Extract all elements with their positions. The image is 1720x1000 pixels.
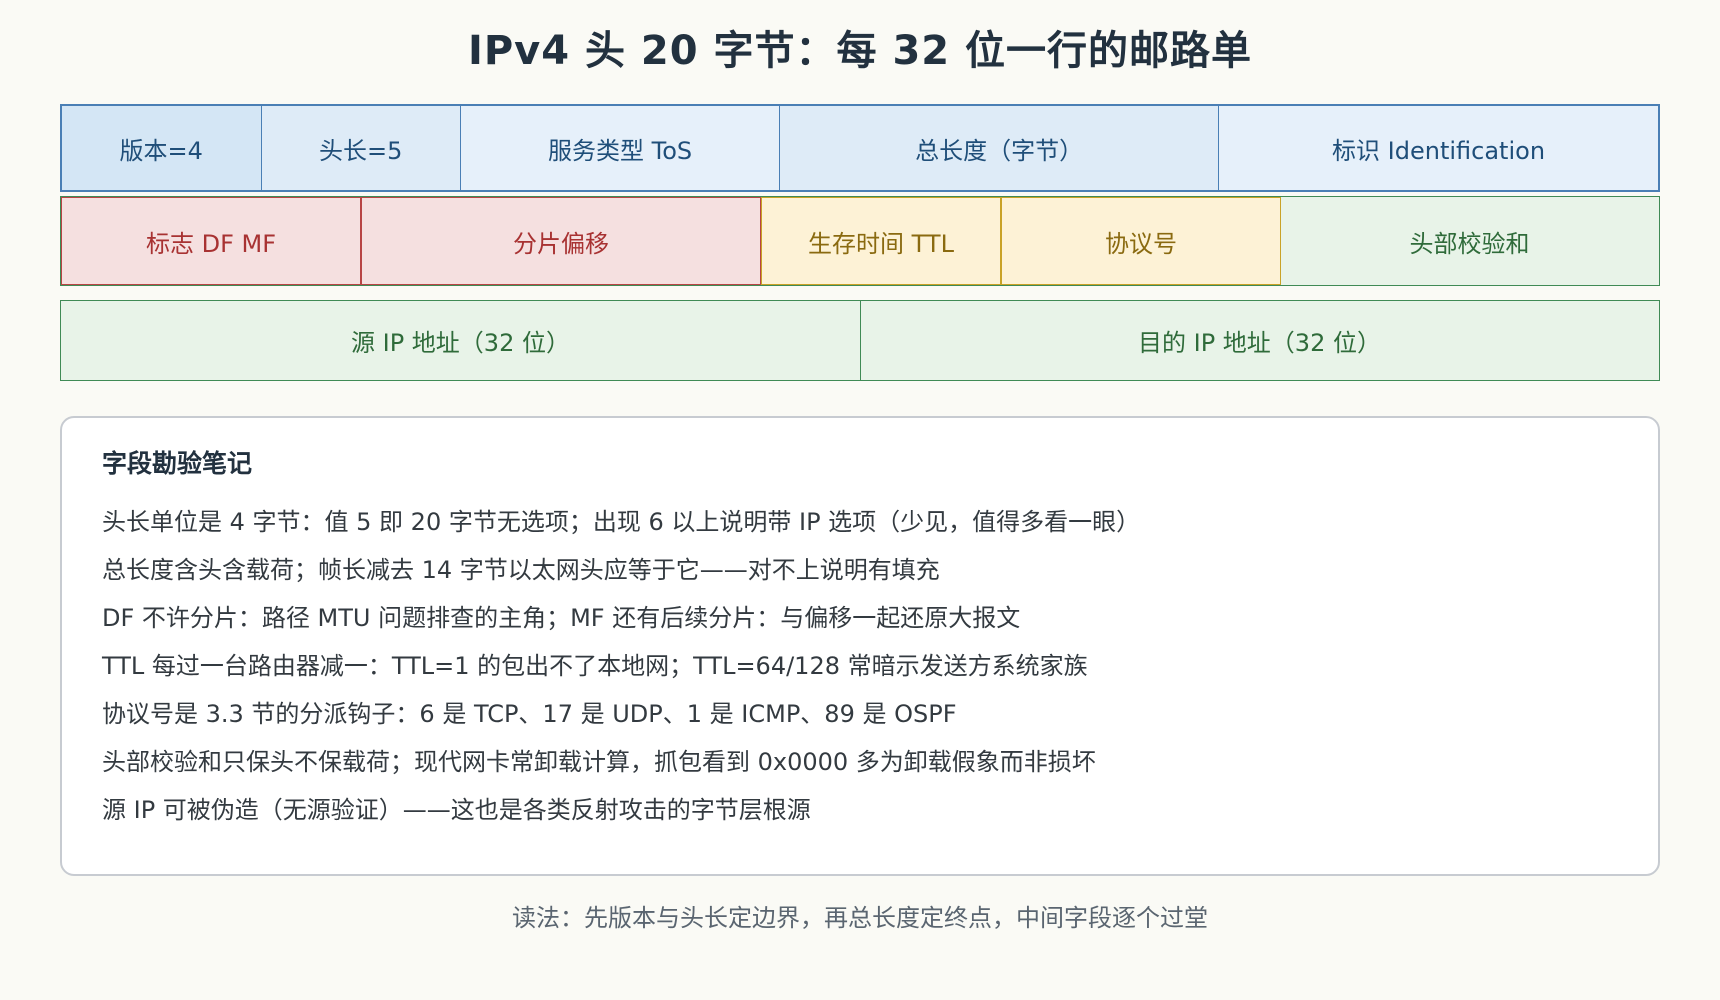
note-line-ttl: TTL 每过一台路由器减一：TTL=1 的包出不了本地网；TTL=64/128 … bbox=[102, 652, 1088, 680]
field-version: 版本=4 bbox=[62, 106, 262, 190]
note-line-flags: DF 不许分片：路径 MTU 问题排查的主角；MF 还有后续分片：与偏移一起还原… bbox=[102, 604, 1021, 632]
note-line-header-length: 头长单位是 4 字节：值 5 即 20 字节无选项；出现 6 以上说明带 IP … bbox=[102, 508, 1141, 536]
field-protocol: 协议号 bbox=[1001, 197, 1281, 285]
note-line-total-length: 总长度含头含载荷；帧长减去 14 字节以太网头应等于它——对不上说明有填充 bbox=[102, 556, 940, 584]
field-flags: 标志 DF MF bbox=[61, 197, 361, 285]
diagram-title: IPv4 头 20 字节：每 32 位一行的邮路单 bbox=[467, 28, 1253, 74]
field-identification: 标识 Identification bbox=[1219, 106, 1658, 190]
notes-title: 字段勘验笔记 bbox=[102, 449, 253, 478]
header-row-1: 版本=4 头长=5 服务类型 ToS 总长度（字节） 标识 Identifica… bbox=[60, 104, 1660, 192]
page: IPv4 头 20 字节：每 32 位一行的邮路单 版本=4 头长=5 服务类型… bbox=[0, 0, 1720, 1000]
note-line-source-ip: 源 IP 可被伪造（无源验证）——这也是各类反射攻击的字节层根源 bbox=[102, 796, 811, 824]
field-fragment-offset: 分片偏移 bbox=[361, 197, 761, 285]
reading-hint: 读法：先版本与头长定边界，再总长度定终点，中间字段逐个过堂 bbox=[512, 904, 1208, 932]
header-row-3: 源 IP 地址（32 位） 目的 IP 地址（32 位） bbox=[60, 300, 1660, 381]
notes-panel: 字段勘验笔记 头长单位是 4 字节：值 5 即 20 字节无选项；出现 6 以上… bbox=[60, 416, 1660, 876]
field-checksum: 头部校验和 bbox=[1281, 197, 1658, 285]
note-line-checksum: 头部校验和只保头不保载荷；现代网卡常卸载计算，抓包看到 0x0000 多为卸载假… bbox=[102, 748, 1096, 776]
field-destination-ip: 目的 IP 地址（32 位） bbox=[1138, 329, 1381, 357]
note-line-protocol: 协议号是 3.3 节的分派钩子：6 是 TCP、17 是 UDP、1 是 ICM… bbox=[102, 700, 957, 728]
field-total-length: 总长度（字节） bbox=[780, 106, 1220, 190]
field-header-length: 头长=5 bbox=[261, 106, 461, 190]
field-source-ip: 源 IP 地址（32 位） bbox=[61, 301, 861, 380]
header-row-2: 标志 DF MF 分片偏移 生存时间 TTL 协议号 头部校验和 bbox=[60, 196, 1660, 286]
field-tos: 服务类型 ToS bbox=[461, 106, 781, 190]
field-ttl: 生存时间 TTL bbox=[761, 197, 1001, 285]
